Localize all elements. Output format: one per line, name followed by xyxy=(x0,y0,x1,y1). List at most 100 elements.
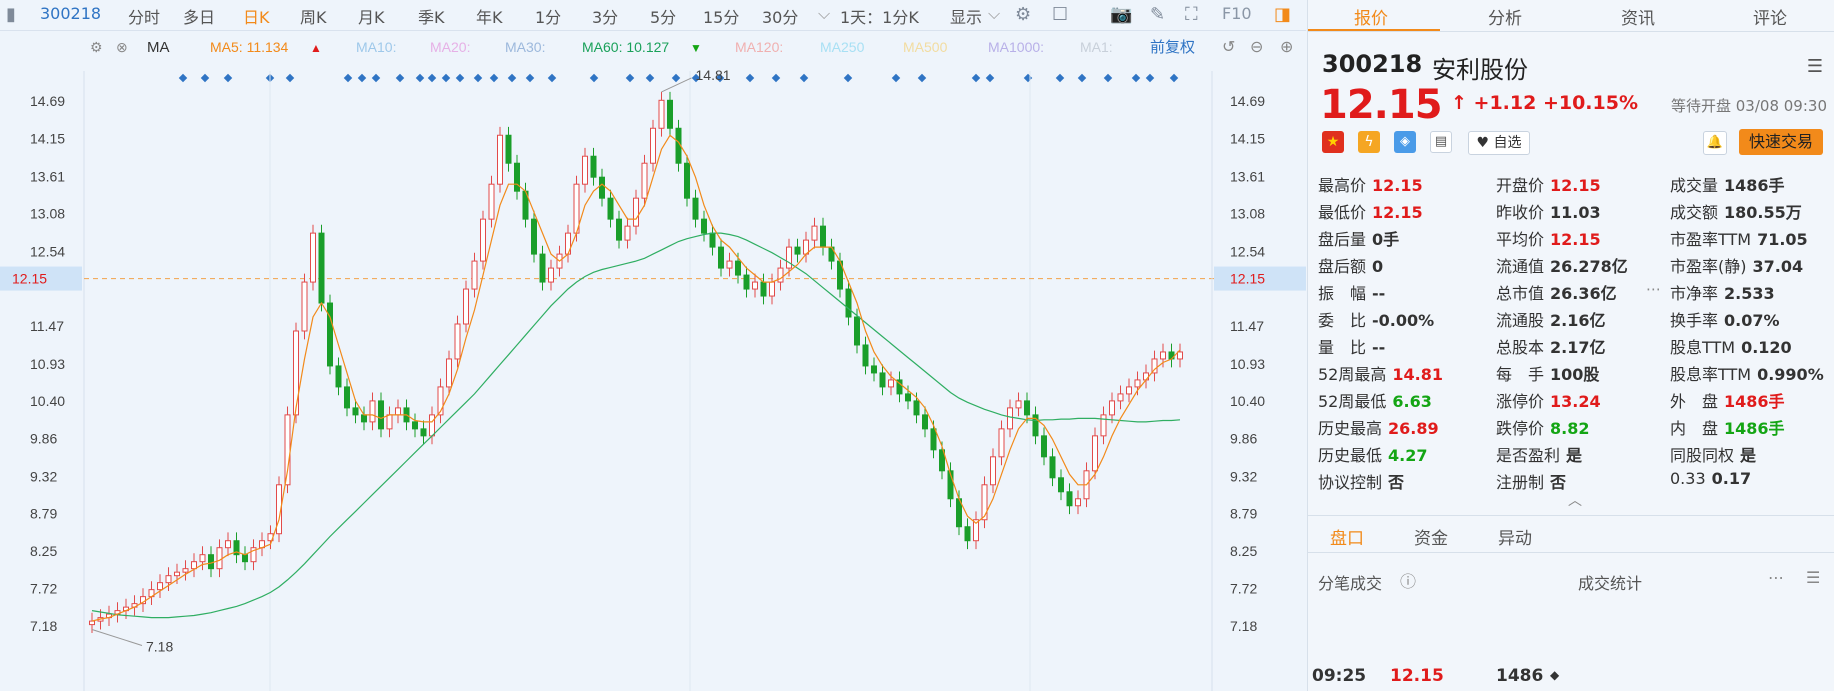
quote-label: 盘后额 xyxy=(1318,257,1367,276)
tab-daily-k[interactable]: 日K xyxy=(243,4,270,28)
quote-row: 盘后额 0 xyxy=(1318,253,1383,277)
quote-value: 71.05 xyxy=(1757,230,1808,249)
quote-label: 流通股 xyxy=(1496,311,1545,330)
tab-30min[interactable]: 30分 xyxy=(762,4,798,28)
quote-value: 否 xyxy=(1388,473,1405,492)
quote-label: 成交额 xyxy=(1670,203,1719,222)
tab-multiday[interactable]: 多日 xyxy=(183,4,215,28)
tab-quote[interactable]: 报价 xyxy=(1354,4,1388,29)
candle-body xyxy=(1117,393,1124,402)
tab-yearly-k[interactable]: 年K xyxy=(476,4,503,28)
event-marker xyxy=(395,73,405,83)
tab-analysis[interactable]: 分析 xyxy=(1488,4,1522,29)
quote-row: 总股本 2.17亿 xyxy=(1496,334,1606,358)
toolbar-stock-code[interactable]: 300218 xyxy=(40,4,101,23)
price-marks: 14.81 7.18 xyxy=(91,67,731,654)
tab-comments[interactable]: 评论 xyxy=(1753,4,1787,29)
zoom-out-icon[interactable]: ⊖ xyxy=(1250,39,1263,56)
tag-icon[interactable]: ◈ xyxy=(1394,131,1416,153)
quote-row: 外 盘 1486手 xyxy=(1670,388,1785,412)
quote-label: 股息TTM xyxy=(1670,338,1736,357)
candle-body xyxy=(820,225,826,248)
info-icon[interactable]: ⋯ xyxy=(1646,280,1661,298)
event-marker xyxy=(489,73,499,83)
event-marker xyxy=(525,73,535,83)
tab-3min[interactable]: 3分 xyxy=(592,4,618,28)
more-icon[interactable]: ⋯ xyxy=(1768,568,1784,587)
display-menu[interactable]: 显示 xyxy=(950,4,982,28)
quote-label: 振 幅 xyxy=(1318,284,1367,303)
period-selector[interactable]: 1天：1分K xyxy=(840,4,919,28)
chevron-down-icon[interactable]: ⌵ xyxy=(818,4,830,24)
event-marker xyxy=(891,73,901,83)
quote-value: 0.07% xyxy=(1724,311,1780,330)
panel-toggle-icon[interactable]: ◨ xyxy=(1274,4,1291,25)
event-marker xyxy=(455,73,465,83)
list-icon[interactable]: ☰ xyxy=(1806,568,1820,587)
ma-label[interactable]: MA xyxy=(147,39,170,56)
collapse-chevron-icon[interactable]: ︿ xyxy=(1568,490,1582,510)
candle-body xyxy=(352,407,359,416)
y-tick-label-right: 8.25 xyxy=(1230,543,1257,559)
close-icon[interactable]: ⊗ xyxy=(116,39,128,55)
quote-value: -- xyxy=(1372,284,1386,303)
sidebar-toggle-icon[interactable]: ▮ xyxy=(6,4,16,25)
quote-label: 成交量 xyxy=(1670,176,1719,195)
tab-orderbook[interactable]: 盘口 xyxy=(1330,524,1364,549)
event-marker xyxy=(589,73,599,83)
lightning-icon[interactable]: ϟ xyxy=(1358,131,1380,153)
tab-quarterly-k[interactable]: 季K xyxy=(418,4,445,28)
camera-icon[interactable]: 📷 xyxy=(1110,4,1132,25)
settings-icon[interactable]: ⚙ xyxy=(1015,4,1031,25)
quote-label: 盘后量 xyxy=(1318,230,1367,249)
quote-value: 1486手 xyxy=(1724,419,1785,438)
quote-row: 市盈率(静) 37.04 xyxy=(1670,253,1803,277)
quote-panel: 报价 分析 资讯 评论 300218 安利股份 ☰ 12.15 ↑ +1.12 … xyxy=(1307,0,1834,691)
quote-row: 注册制否 xyxy=(1496,469,1566,493)
candle-body xyxy=(191,561,197,570)
candlesticks xyxy=(89,91,1183,633)
tab-1min[interactable]: 1分 xyxy=(535,4,561,28)
tab-5min[interactable]: 5分 xyxy=(650,4,676,28)
pen-icon[interactable]: ✎ xyxy=(1150,4,1165,25)
menu-icon[interactable]: ☰ xyxy=(1807,56,1823,77)
tab-capital[interactable]: 资金 xyxy=(1414,524,1448,549)
kline-chart[interactable]: ⚙ ⊗ MA MA5: 11.134 ▲ MA10: MA20: MA30: M… xyxy=(0,31,1306,691)
ma1000-value: MA1000: xyxy=(988,39,1044,55)
quote-label: 开盘价 xyxy=(1496,176,1545,195)
adjust-mode-button[interactable]: 前复权 xyxy=(1150,38,1195,56)
up-arrow-icon: ▲ xyxy=(310,41,322,55)
quick-trade-button[interactable]: 快速交易 xyxy=(1739,129,1823,155)
zoom-in-icon[interactable]: ⊕ xyxy=(1280,39,1293,56)
candle-body xyxy=(318,232,325,304)
chevron-down-icon[interactable]: ⌵ xyxy=(988,4,1000,24)
ma1-value: MA1: xyxy=(1080,39,1113,55)
candle-body xyxy=(684,162,690,199)
add-watchlist-button[interactable]: ♥ 自选 xyxy=(1468,131,1530,155)
undo-icon[interactable]: ↺ xyxy=(1222,39,1235,56)
quote-value: 0.990% xyxy=(1757,365,1824,384)
candle-body xyxy=(582,155,588,185)
tab-news[interactable]: 资讯 xyxy=(1621,4,1655,29)
help-icon[interactable]: ⓘ xyxy=(1400,568,1416,592)
fullscreen-icon[interactable]: ⛶ xyxy=(1185,4,1198,25)
tab-timeshare[interactable]: 分时 xyxy=(128,4,160,28)
y-tick-label-left: 9.86 xyxy=(30,431,57,447)
ma250-value: MA250 xyxy=(820,39,865,55)
last-price: 12.15 xyxy=(1320,82,1443,128)
tab-15min[interactable]: 15分 xyxy=(703,4,739,28)
layout-icon[interactable]: ☐ xyxy=(1052,4,1068,25)
event-marker xyxy=(1131,73,1141,83)
kline-chart-area[interactable]: ⚙ ⊗ MA MA5: 11.134 ▲ MA10: MA20: MA30: M… xyxy=(0,31,1306,691)
price-change: ↑ +1.12 +10.15% xyxy=(1451,92,1639,114)
note-icon[interactable]: ▤ xyxy=(1430,131,1452,153)
alert-bell-icon[interactable]: 🔔 xyxy=(1703,131,1727,155)
quote-label: 是否盈利 xyxy=(1496,446,1561,465)
settings-icon[interactable]: ⚙ xyxy=(90,39,103,55)
f10-button[interactable]: F10 xyxy=(1222,4,1252,23)
tab-weekly-k[interactable]: 周K xyxy=(300,4,327,28)
cn-flag-icon[interactable]: ★ xyxy=(1322,131,1344,153)
candle-body xyxy=(1092,435,1098,472)
tab-monthly-k[interactable]: 月K xyxy=(358,4,385,28)
tab-movement[interactable]: 异动 xyxy=(1498,524,1532,549)
